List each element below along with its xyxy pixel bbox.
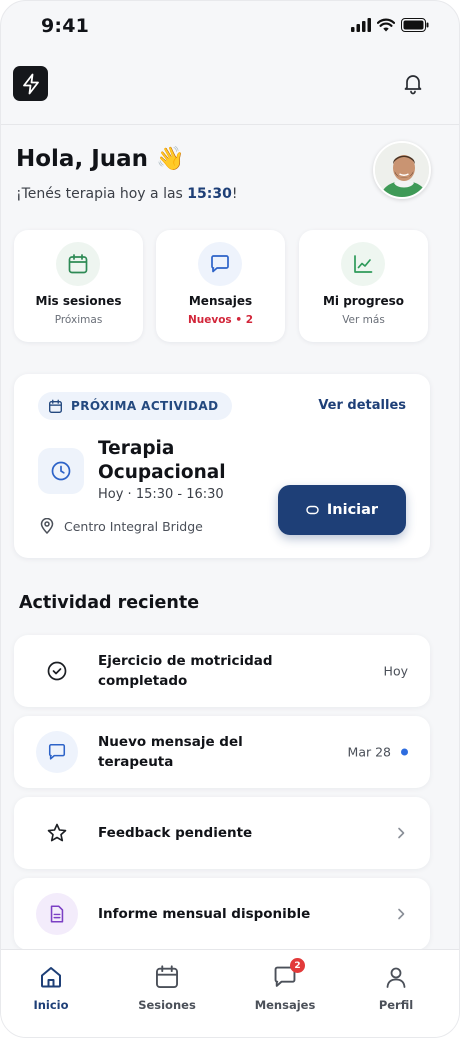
nav-item-perfil[interactable]: Perfil	[356, 964, 436, 1012]
top-bar	[1, 53, 459, 125]
recent-section-title: Actividad reciente	[19, 593, 200, 613]
progress-icon-wrap	[341, 242, 385, 286]
signal-icon	[351, 18, 371, 32]
nav-item-inicio[interactable]: Inicio	[11, 964, 91, 1012]
messages-icon-wrap	[198, 242, 242, 286]
card-label: Mis sesiones	[35, 294, 122, 308]
nav-label: Perfil	[378, 998, 414, 1012]
nav-item-sesiones[interactable]: Sesiones	[127, 964, 207, 1012]
row-icon-wrap	[36, 812, 78, 854]
wifi-icon	[377, 18, 395, 32]
video-icon	[306, 505, 319, 515]
star-icon	[47, 823, 67, 842]
row-date: Mar 28	[347, 744, 391, 760]
activity-location: Centro Integral Bridge	[40, 518, 203, 534]
card-mi-progreso[interactable]: Mi progreso Ver más	[299, 230, 428, 342]
lightning-icon	[22, 73, 39, 94]
subtitle-suffix: !	[231, 186, 238, 202]
list-item-feedback[interactable]: Feedback pendiente	[14, 797, 430, 869]
card-sub: Próximas	[54, 314, 103, 326]
status-bar: 9:41	[1, 1, 459, 53]
row-text: Ejercicio de motricidad completado	[98, 653, 273, 689]
calendar-icon	[49, 399, 62, 413]
row-text: Informe mensual disponible	[98, 906, 311, 922]
row-icon-wrap	[36, 731, 78, 773]
avatar[interactable]	[373, 141, 431, 199]
check-circle-icon	[47, 661, 67, 681]
message-icon	[211, 255, 229, 273]
row-icon-wrap	[36, 650, 78, 692]
chevron-right-icon	[398, 908, 405, 920]
card-label: Mi progreso	[322, 294, 405, 308]
notification-badge: 2	[290, 958, 305, 973]
activity-title: Terapia Ocupacional	[98, 438, 226, 483]
phone-screen: 9:41 Hola, Juan 👋 ¡Tenés terapia hoy a l…	[0, 0, 460, 1038]
row-meta: Mar 28	[348, 745, 408, 760]
activity-time: Hoy · 15:30 - 16:30	[98, 487, 224, 502]
row-icon-wrap	[36, 893, 78, 935]
nav-label: Mensajes	[254, 998, 316, 1012]
greeting-text: Hola, Juan	[16, 146, 149, 172]
list-item-mensaje[interactable]: Nuevo mensaje del terapeuta Mar 28	[14, 716, 430, 788]
nav-item-mensajes[interactable]: 2 Mensajes	[245, 958, 325, 1012]
card-mis-sesiones[interactable]: Mis sesiones Próximas	[14, 230, 143, 342]
card-sub: Nuevos • 2	[187, 314, 254, 326]
chart-icon	[354, 255, 373, 273]
bottom-nav: Inicio Sesiones 2 Mensajes Perfil	[1, 949, 459, 1037]
sessions-icon-wrap	[56, 242, 100, 286]
status-icons	[351, 18, 429, 32]
row-text: Feedback pendiente	[98, 825, 253, 841]
start-button[interactable]: Iniciar	[278, 485, 406, 535]
list-item-ejercicio[interactable]: Ejercicio de motricidad completado Hoy	[14, 635, 430, 707]
calendar-icon	[68, 254, 88, 274]
card-sub: Ver más	[342, 314, 385, 326]
app-logo[interactable]	[13, 66, 48, 101]
next-activity-card: PRÓXIMA ACTIVIDAD Ver detalles Terapia O…	[14, 374, 430, 558]
message-icon: 2	[272, 958, 305, 990]
user-icon	[383, 964, 409, 990]
greeting-subtitle: ¡Tenés terapia hoy a las 15:30!	[16, 186, 238, 202]
message-icon	[48, 743, 66, 760]
location-pin-icon	[40, 518, 54, 534]
row-date: Hoy	[383, 663, 408, 679]
status-time: 9:41	[41, 15, 90, 37]
subtitle-prefix: ¡Tenés terapia hoy a las	[16, 186, 188, 202]
battery-icon	[401, 18, 429, 32]
nav-label: Sesiones	[138, 998, 196, 1012]
home-icon	[38, 964, 64, 990]
clock-icon	[51, 461, 71, 481]
activity-icon-wrap	[38, 448, 84, 494]
document-icon	[50, 905, 64, 923]
nav-label: Inicio	[33, 998, 69, 1012]
badge-label: PRÓXIMA ACTIVIDAD	[71, 399, 219, 413]
details-link[interactable]: Ver detalles	[318, 398, 406, 413]
start-button-label: Iniciar	[326, 502, 379, 518]
next-activity-badge: PRÓXIMA ACTIVIDAD	[38, 392, 233, 420]
row-meta: Hoy	[384, 664, 408, 679]
card-mensajes[interactable]: Mensajes Nuevos • 2	[156, 230, 285, 342]
unread-dot	[401, 748, 408, 756]
row-text: Nuevo mensaje del terapeuta	[98, 734, 243, 770]
therapy-time: 15:30	[187, 186, 232, 202]
bell-icon[interactable]	[401, 71, 425, 95]
calendar-icon	[154, 964, 180, 990]
user-photo	[375, 143, 429, 197]
list-item-informe[interactable]: Informe mensual disponible	[14, 878, 430, 950]
chevron-right-icon	[398, 827, 405, 839]
card-label: Mensajes	[188, 294, 253, 308]
wave-emoji-icon: 👋	[156, 146, 185, 172]
greeting-title: Hola, Juan 👋	[16, 145, 185, 172]
location-text: Centro Integral Bridge	[64, 518, 203, 534]
